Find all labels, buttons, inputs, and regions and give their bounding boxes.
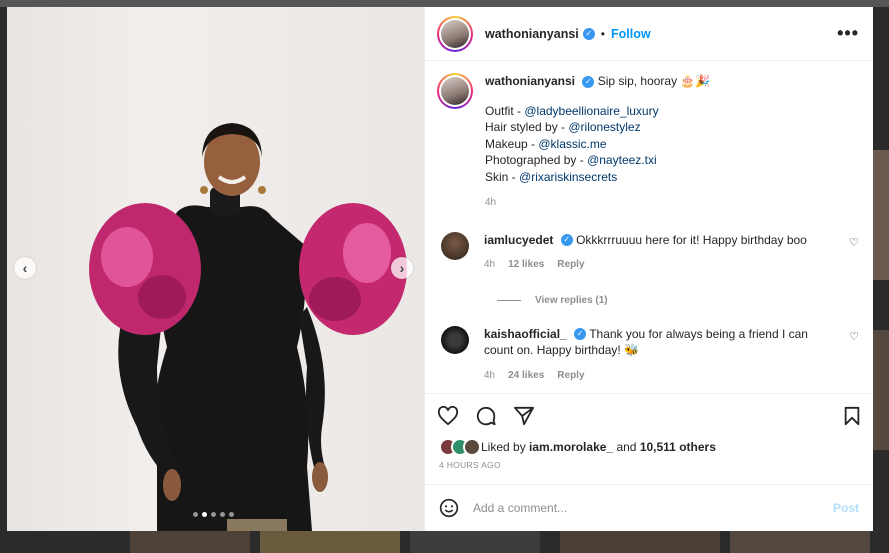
liked-by-prefix: Liked by <box>481 440 526 454</box>
separator-dot: • <box>600 26 605 41</box>
comment-bubble-icon[interactable] <box>475 405 497 427</box>
emoji-icon[interactable] <box>439 498 459 518</box>
credit-handle-link[interactable]: @klassic.me <box>538 137 606 151</box>
comment-composer: Add a comment... Post <box>425 484 873 531</box>
credit-handle-link[interactable]: @rilonestylez <box>568 120 640 134</box>
feed-tile <box>730 531 870 553</box>
feed-tile <box>873 330 889 450</box>
liker-avatar <box>463 438 481 456</box>
comments-list[interactable]: wathonianyansi ✓ Sip sip, hooray 🎂🎉 Outf… <box>425 61 873 393</box>
verified-badge-icon: ✓ <box>574 328 587 341</box>
commenter-username[interactable]: iamlucyedet <box>484 233 553 247</box>
credit-line: Photographed by - @nayteez.txi <box>485 153 657 167</box>
carousel-dot-active <box>202 512 207 517</box>
carousel-dot <box>220 512 225 517</box>
comment-timestamp: 4h <box>484 259 496 270</box>
save-bookmark-icon[interactable] <box>843 406 861 426</box>
post-side-panel: wathonianyansi ✓ • Follow ••• wathoniany… <box>424 7 873 531</box>
portrait-photo <box>89 123 407 531</box>
carousel-dot <box>193 512 198 517</box>
follow-button[interactable]: Follow <box>611 27 651 41</box>
feed-tile <box>0 0 889 7</box>
feed-tile <box>560 531 720 553</box>
share-paper-plane-icon[interactable] <box>513 406 535 426</box>
commenter-avatar[interactable] <box>441 231 469 260</box>
like-comment-heart-icon[interactable]: ♡ <box>849 236 859 249</box>
caption-username[interactable]: wathonianyansi <box>485 74 575 88</box>
author-avatar[interactable] <box>437 15 473 52</box>
credit-handle-link[interactable]: @ladybeellionaire_luxury <box>524 104 658 118</box>
reply-button[interactable]: Reply <box>557 368 584 385</box>
credit-line: Outfit - @ladybeellionaire_luxury <box>485 103 659 118</box>
credit-handle-link[interactable]: @nayteez.txi <box>587 153 657 167</box>
post-timestamp: 4 HOURS AGO <box>439 460 501 470</box>
verified-badge-icon: ✓ <box>560 234 573 247</box>
caption-avatar[interactable] <box>437 73 473 109</box>
comment-text: Okkkrrruuuu here for it! Happy birthday … <box>576 232 807 247</box>
post-caption: wathonianyansi ✓ Sip sip, hooray 🎂🎉 Outf… <box>437 73 859 212</box>
action-bar <box>425 393 873 438</box>
next-slide-button[interactable]: › <box>391 257 413 279</box>
comment-item: iamlucyedet ✓ Okkkrrruuuu here for it! H… <box>437 231 859 274</box>
feed-tile <box>410 531 540 553</box>
likes-section: Liked by iam.morolake_ and 10,511 others… <box>425 438 873 484</box>
caption-credits: Outfit - @ladybeellionaire_luxury Hair s… <box>485 103 710 186</box>
credit-line: Hair styled by - @rilonestylez <box>485 120 641 134</box>
credit-line: Makeup - @klassic.me <box>485 136 607 151</box>
comment-likes[interactable]: 12 likes <box>508 257 544 274</box>
comment-timestamp: 4h <box>484 369 496 381</box>
carousel-indicator <box>193 512 234 517</box>
comment-likes[interactable]: 24 likes <box>508 368 544 385</box>
comment-input[interactable]: Add a comment... <box>473 501 567 515</box>
comment-item: kaishaofficial_ ✓ Thank you for always b… <box>437 325 859 385</box>
post-comment-button[interactable]: Post <box>833 501 859 515</box>
previous-slide-button[interactable]: ‹ <box>14 257 36 279</box>
reply-button[interactable]: Reply <box>557 257 584 274</box>
post-header: wathonianyansi ✓ • Follow ••• <box>425 7 873 61</box>
replies-divider <box>497 299 521 301</box>
commenter-username[interactable]: kaishaofficial_ <box>484 327 567 341</box>
liker-avatars <box>439 438 481 456</box>
caption-text: Sip sip, hooray 🎂🎉 <box>597 74 711 88</box>
chevron-right-icon: › <box>399 260 405 276</box>
liker-username[interactable]: iam.morolake_ <box>529 440 613 454</box>
feed-tile <box>260 531 400 553</box>
verified-badge-icon: ✓ <box>582 75 595 88</box>
feed-tile <box>873 150 889 280</box>
carousel-dot <box>211 512 216 517</box>
author-username[interactable]: wathonianyansi <box>485 27 579 41</box>
credit-handle-link[interactable]: @rixariskinsecrets <box>519 170 617 184</box>
more-options-icon[interactable]: ••• <box>837 23 859 44</box>
caption-timestamp: 4h <box>485 197 497 208</box>
post-photo[interactable]: ‹ › <box>7 7 424 531</box>
like-comment-heart-icon[interactable]: ♡ <box>849 330 859 343</box>
likes-others-link[interactable]: 10,511 others <box>640 440 716 454</box>
commenter-avatar[interactable] <box>441 325 469 354</box>
credit-line: Skin - @rixariskinsecrets <box>485 169 618 184</box>
verified-badge-icon: ✓ <box>582 27 595 40</box>
chevron-left-icon: ‹ <box>22 260 28 276</box>
feed-tile <box>130 531 250 553</box>
like-heart-icon[interactable] <box>437 406 459 426</box>
carousel-dot <box>229 512 234 517</box>
view-replies-button[interactable]: View replies (1) <box>497 295 859 306</box>
post-modal: ‹ › wathonianyansi ✓ • Follow ••• wathon… <box>7 7 873 531</box>
